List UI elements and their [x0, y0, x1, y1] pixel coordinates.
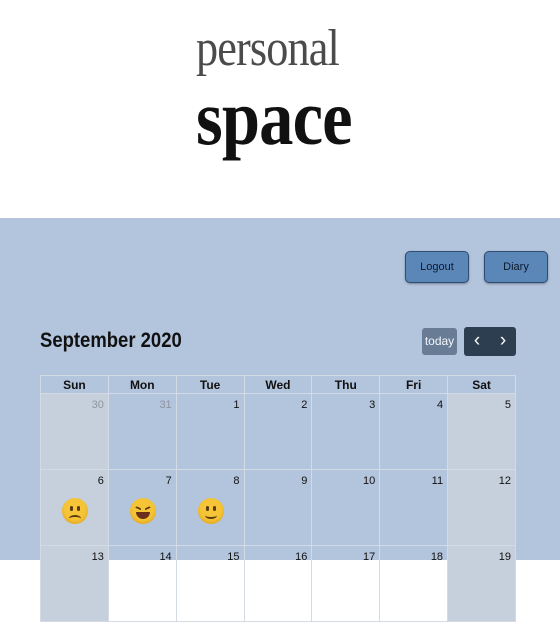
calendar-title: September 2020 [40, 329, 182, 352]
weekday-wed: Wed [243, 375, 313, 394]
weekday-tue: Tue [175, 375, 245, 394]
day-cell[interactable]: 19 [447, 545, 516, 622]
day-number: 11 [431, 475, 444, 487]
weekday-header-row: Sun Mon Tue Wed Thu Fri Sat [40, 375, 516, 394]
day-cell[interactable]: 2 [243, 393, 313, 470]
main-content: Logout Diary September 2020 today ‹ › Su… [0, 218, 560, 622]
day-cell[interactable]: 11 [379, 469, 449, 546]
laughing-face-icon[interactable] [129, 498, 156, 524]
day-cell[interactable]: 5 [447, 393, 516, 470]
day-cell[interactable]: 12 [447, 469, 516, 546]
day-cell[interactable]: 13 [40, 545, 109, 622]
personal-space-logo: personal space [196, 20, 366, 161]
day-cell[interactable]: 8 [175, 469, 245, 546]
day-cell[interactable]: 30 [40, 393, 109, 470]
day-number: 10 [362, 475, 376, 487]
day-cell[interactable]: 17 [311, 545, 381, 622]
chevron-left-icon[interactable]: ‹ [464, 327, 490, 356]
sad-face-icon[interactable] [62, 498, 88, 524]
day-cell[interactable]: 4 [379, 393, 449, 470]
day-number: 30 [91, 399, 104, 411]
week-row: 13 14 15 16 17 18 19 [40, 545, 516, 622]
logout-button[interactable]: Logout [405, 251, 469, 283]
day-number: 18 [430, 551, 444, 563]
day-number: 7 [165, 475, 172, 487]
day-number: 5 [504, 399, 511, 411]
day-number: 14 [159, 551, 172, 563]
weekday-mon: Mon [107, 375, 177, 394]
day-number: 8 [233, 475, 240, 487]
day-cell[interactable]: 15 [175, 545, 245, 622]
day-cell[interactable]: 9 [243, 469, 313, 546]
day-cell[interactable]: 16 [243, 545, 313, 622]
month-navigation: ‹ › [464, 327, 516, 356]
week-row: 6 7 8 9 10 11 12 [40, 469, 516, 546]
smiling-face-icon[interactable] [197, 498, 224, 524]
week-row: 30 31 1 2 3 4 5 [40, 393, 516, 470]
header-area: personal space [0, 0, 560, 218]
day-number: 15 [227, 551, 240, 563]
calendar-grid: Sun Mon Tue Wed Thu Fri Sat 30 31 1 2 3 … [40, 375, 516, 622]
day-cell[interactable]: 3 [311, 393, 381, 470]
day-number: 12 [498, 475, 511, 487]
day-cell[interactable]: 6 [40, 469, 109, 546]
weekday-fri: Fri [379, 375, 449, 394]
today-button[interactable]: today [422, 328, 457, 355]
day-number: 13 [91, 551, 104, 563]
day-cell[interactable]: 18 [379, 545, 449, 622]
day-number: 16 [295, 551, 308, 563]
day-number: 2 [301, 399, 308, 411]
day-number: 1 [233, 399, 240, 411]
logo-line-space: space [196, 74, 353, 161]
diary-button[interactable]: Diary [484, 251, 548, 283]
day-number: 17 [362, 551, 376, 563]
day-cell[interactable]: 7 [107, 469, 177, 546]
weekday-sun: Sun [40, 375, 109, 394]
weekday-thu: Thu [311, 375, 381, 394]
day-number: 31 [159, 399, 172, 411]
day-cell[interactable]: 31 [107, 393, 177, 470]
day-number: 4 [436, 399, 444, 411]
day-number: 9 [301, 475, 308, 487]
day-cell[interactable]: 10 [311, 469, 381, 546]
chevron-right-icon[interactable]: › [490, 327, 516, 356]
day-number: 6 [97, 475, 104, 487]
weekday-sat: Sat [447, 375, 516, 394]
logo-line-personal: personal [196, 20, 340, 77]
day-cell[interactable]: 1 [175, 393, 245, 470]
day-number: 19 [498, 551, 511, 563]
day-cell[interactable]: 14 [107, 545, 177, 622]
day-number: 3 [369, 399, 376, 411]
